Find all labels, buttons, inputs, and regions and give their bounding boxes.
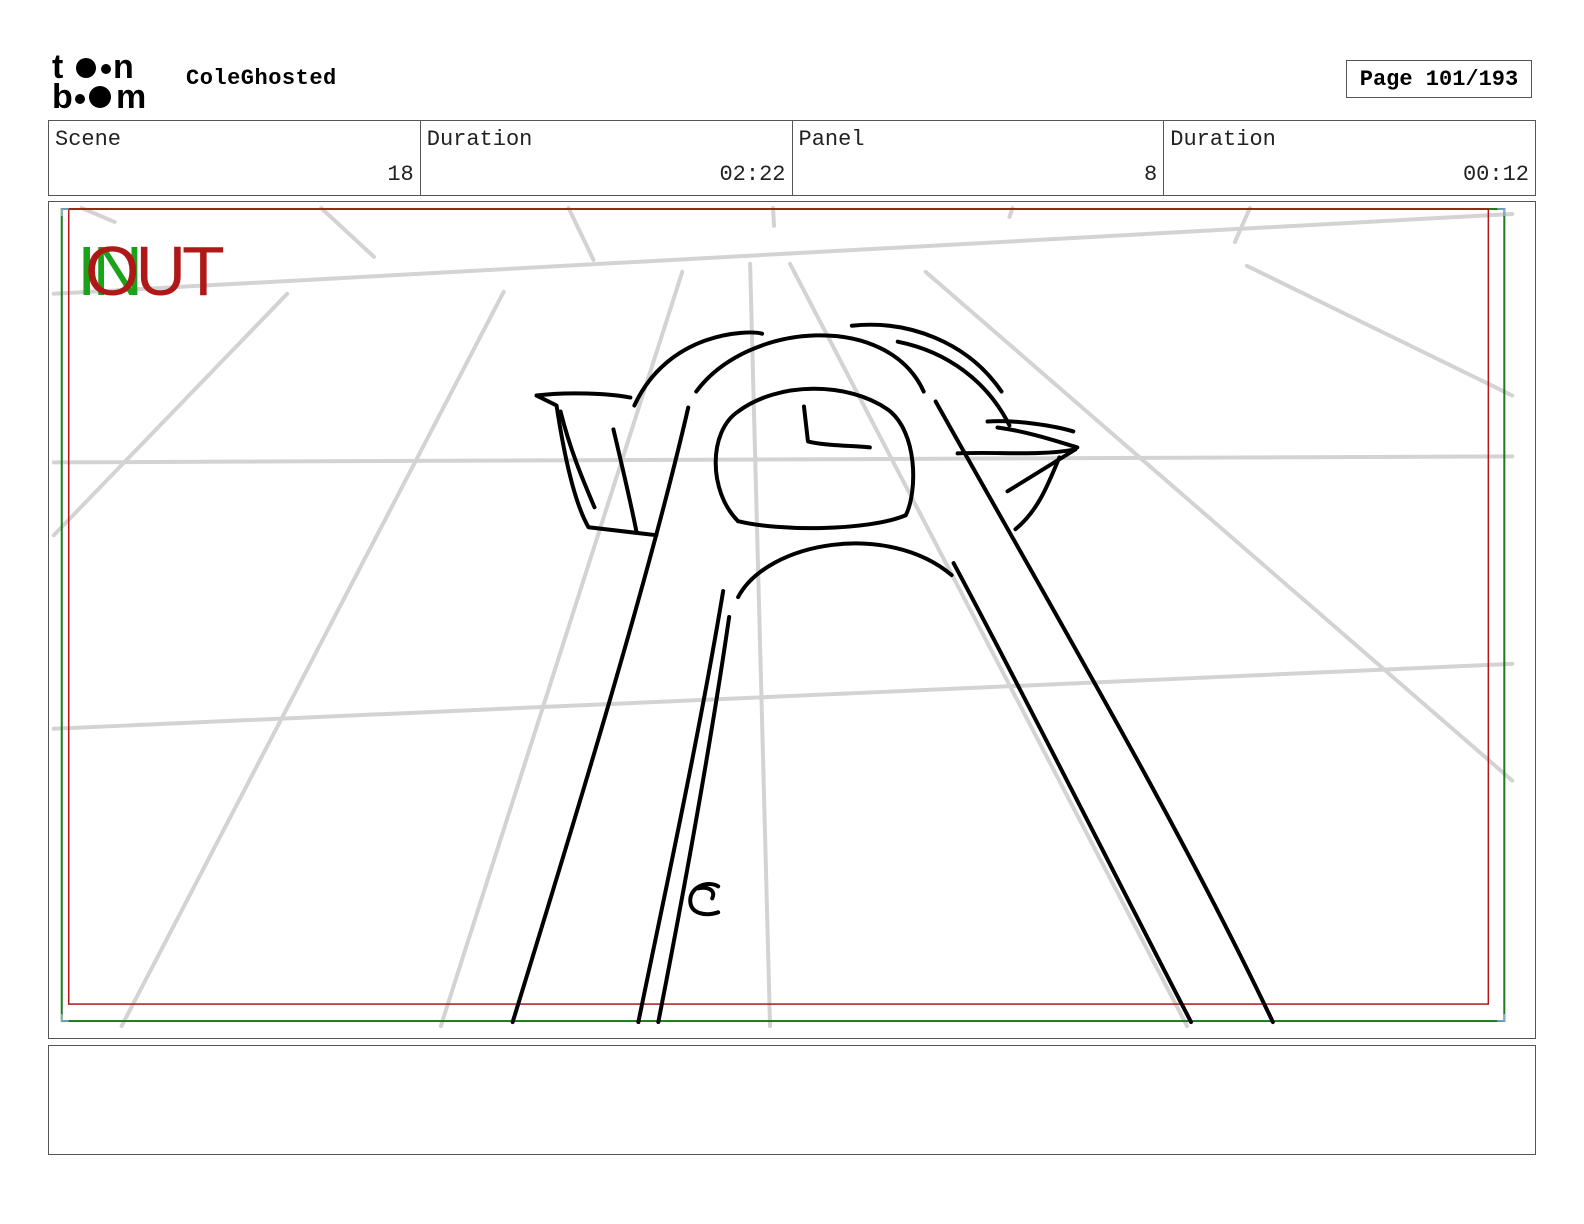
scene-duration-cell: Duration 02:22 xyxy=(421,121,793,195)
marker-out: OUT xyxy=(85,232,225,310)
logo-bottom-word: b m xyxy=(52,78,146,112)
panel-duration-cell: Duration 00:12 xyxy=(1164,121,1535,195)
scene-value: 18 xyxy=(387,162,414,187)
panel-cell: Panel 8 xyxy=(793,121,1165,195)
panel-label: Panel xyxy=(798,127,865,152)
svg-text:m: m xyxy=(116,78,146,112)
project-title: ColeGhosted xyxy=(186,66,337,91)
character-sketch xyxy=(510,322,1275,1025)
panel-info-row: Scene 18 Duration 02:22 Panel 8 Duration… xyxy=(48,120,1536,196)
panel-duration-value: 00:12 xyxy=(1462,162,1529,187)
panel-value: 8 xyxy=(1144,162,1158,187)
camera-frame xyxy=(60,207,1506,1023)
toonboom-logo: t n b m xyxy=(52,50,146,112)
safe-area-frame xyxy=(67,208,1490,1005)
scene-duration-value: 02:22 xyxy=(719,162,786,187)
scene-duration-label: Duration xyxy=(426,127,533,152)
scene-cell: Scene 18 xyxy=(49,121,421,195)
page-indicator: Page 101/193 xyxy=(1346,60,1532,98)
panel-caption-box[interactable] xyxy=(48,1045,1536,1155)
perspective-guides xyxy=(51,205,1515,1029)
panel-duration-label: Duration xyxy=(1170,127,1276,152)
storyboard-panel[interactable]: IN OUT xyxy=(48,201,1536,1039)
svg-text:b: b xyxy=(52,78,73,112)
corner-markers xyxy=(60,208,1506,1022)
scene-label: Scene xyxy=(55,127,122,152)
panel-sketch xyxy=(51,205,1515,1029)
